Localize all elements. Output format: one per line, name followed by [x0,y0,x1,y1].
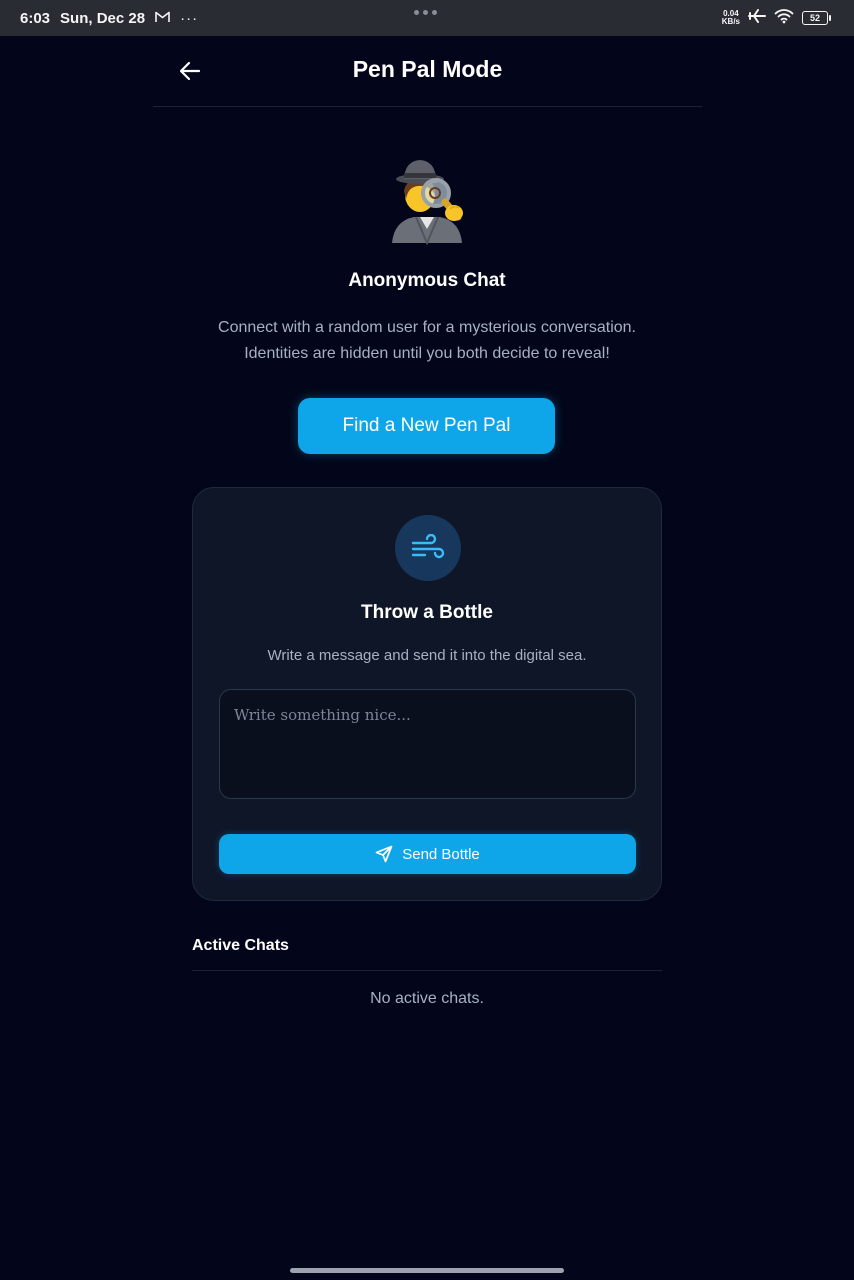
detective-icon [392,160,463,245]
status-time: 6:03 [20,9,51,27]
home-indicator[interactable] [290,1268,564,1273]
more-notifications-icon: ··· [180,9,199,27]
status-right: 0.04 KB/s 52 [722,0,831,36]
network-speed-unit: KB/s [721,17,740,26]
find-pen-pal-button[interactable]: Find a New Pen Pal [298,398,555,454]
gmail-icon [155,10,170,26]
anonymous-chat-title: Anonymous Chat [348,270,506,291]
send-bottle-button[interactable]: Send Bottle [219,834,636,874]
airplane-mode-icon [748,8,766,28]
anonymous-description-line-1: Connect with a random user for a mysteri… [218,319,636,336]
status-bar: 6:03 Sun, Dec 28 ··· 0.04 KB/s 52 [0,0,854,36]
page-title: Pen Pal Mode [352,56,503,82]
status-left: 6:03 Sun, Dec 28 ··· [20,0,198,36]
throw-bottle-title: Throw a Bottle [361,602,493,623]
wind-icon [411,534,445,559]
throw-bottle-description: Write a message and send it into the dig… [267,647,587,664]
anonymous-chat-description: Connect with a random user for a mysteri… [150,315,704,367]
app-header: Pen Pal Mode [153,36,702,107]
active-chats-divider [192,970,662,971]
multitask-handle[interactable] [414,10,437,15]
battery-icon: 52 [802,11,831,25]
throw-bottle-card: Throw a Bottle Write a message and send … [192,487,662,901]
status-date: Sun, Dec 28 [60,9,146,27]
send-bottle-label: Send Bottle [402,845,480,863]
send-icon [375,845,393,863]
network-speed: 0.04 KB/s [722,10,740,26]
wind-icon-circle [395,515,461,581]
bottle-message-input[interactable] [219,689,636,799]
no-active-chats-text: No active chats. [370,990,484,1007]
active-chats-title: Active Chats [192,937,289,954]
wifi-icon [774,8,794,28]
anonymous-description-line-2: Identities are hidden until you both dec… [244,345,610,362]
